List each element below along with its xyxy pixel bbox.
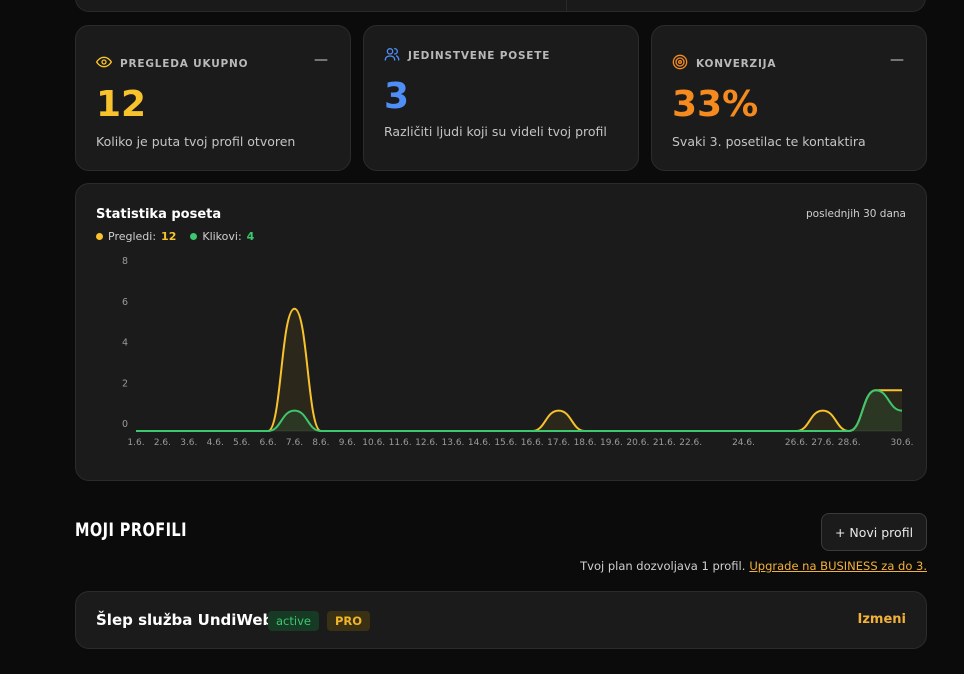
new-profile-button[interactable]: + Novi profil xyxy=(821,513,927,551)
x-tick-label: 1.6. xyxy=(127,438,144,448)
stat-description: Svaki 3. posetilac te kontaktira xyxy=(672,134,866,149)
edit-profile-link[interactable]: Izmeni xyxy=(858,612,906,627)
stat-value: 3 xyxy=(384,76,410,117)
y-tick-label: 6 xyxy=(122,297,128,308)
stat-description: Različiti ljudi koji su videli tvoj prof… xyxy=(384,124,607,139)
top-card-strip xyxy=(75,0,926,12)
series-area-pregledi xyxy=(136,308,902,431)
series-line-klikovi xyxy=(136,389,903,432)
x-tick-label: 22.6. xyxy=(679,438,702,448)
visits-line-chart: 0 2 4 6 8 1.6. 2.6. 3.6. 4.6. 5.6. 6.6. 7.6. 8.6. 9.6… xyxy=(122,256,914,448)
plan-badge: PRO xyxy=(327,611,371,631)
stat-value: 12 xyxy=(96,84,147,125)
target-icon xyxy=(672,54,688,74)
x-tick-label: 19.6. xyxy=(600,438,623,448)
x-tick-label: 20.6. xyxy=(626,438,649,448)
x-tick-label: 10.6. xyxy=(362,438,385,448)
x-tick-label: 15.6. xyxy=(494,438,517,448)
plan-note-text: Tvoj plan dozvoljava 1 profil. xyxy=(580,559,746,573)
x-tick-label: 18.6. xyxy=(574,438,597,448)
x-tick-label: 27.6. xyxy=(811,438,834,448)
x-tick-label: 9.6. xyxy=(339,438,356,448)
stat-label: JEDINSTVENE POSETE xyxy=(408,50,551,62)
x-tick-label: 3.6. xyxy=(180,438,197,448)
stat-card-unique-visits: JEDINSTVENE POSETE 3 Različiti ljudi koj… xyxy=(363,25,639,171)
profile-row: Šlep služba UndiWeb active PRO Izmeni xyxy=(75,591,927,649)
stat-label: PREGLEDA UKUPNO xyxy=(120,58,249,70)
stat-label: KONVERZIJA xyxy=(696,58,777,70)
y-tick-label: 4 xyxy=(122,338,128,349)
x-tick-label: 5.6. xyxy=(233,438,250,448)
stat-description: Koliko je puta tvoj profil otvoren xyxy=(96,134,296,149)
x-tick-label: 4.6. xyxy=(207,438,224,448)
x-tick-label: 26.6. xyxy=(785,438,808,448)
stat-card-conversion: KONVERZIJA — 33% Svaki 3. posetilac te k… xyxy=(651,25,927,171)
x-tick-label: 17.6. xyxy=(547,438,570,448)
users-icon xyxy=(384,46,400,66)
x-tick-label: 2.6. xyxy=(154,438,171,448)
eye-icon xyxy=(95,54,113,74)
x-tick-label: 28.6. xyxy=(838,438,861,448)
section-title: MOJI PROFILI xyxy=(75,519,187,541)
x-tick-label: 13.6. xyxy=(442,438,465,448)
visits-chart-card: Statistika poseta poslednjih 30 dana Pre… xyxy=(75,183,927,481)
upgrade-link[interactable]: Upgrade na BUSINESS za do 3. xyxy=(749,559,927,573)
collapse-button[interactable]: — xyxy=(314,52,328,68)
x-tick-label: 8.6. xyxy=(312,438,329,448)
x-tick-label: 24.6. xyxy=(732,438,755,448)
x-tick-label: 7.6. xyxy=(286,438,303,448)
x-tick-label: 12.6. xyxy=(415,438,438,448)
x-tick-label: 11.6. xyxy=(389,438,412,448)
y-tick-label: 8 xyxy=(122,256,128,267)
profile-name: Šlep služba UndiWeb xyxy=(96,611,274,629)
stat-value: 33% xyxy=(672,84,759,125)
x-tick-label: 30.6. xyxy=(891,438,914,448)
series-line-pregledi xyxy=(136,307,902,433)
series-area-klikovi xyxy=(136,390,902,431)
plan-note: Tvoj plan dozvoljava 1 profil. Upgrade na… xyxy=(580,559,927,573)
y-tick-label: 2 xyxy=(122,378,128,389)
x-tick-label: 6.6. xyxy=(259,438,276,448)
x-tick-label: 21.6. xyxy=(653,438,676,448)
collapse-button[interactable]: — xyxy=(890,52,904,68)
stat-card-views: PREGLEDA UKUPNO — 12 Koliko je puta tvoj… xyxy=(75,25,351,171)
x-tick-label: 14.6. xyxy=(468,438,491,448)
y-tick-label: 0 xyxy=(122,419,128,430)
status-badge: active xyxy=(268,611,319,631)
x-tick-label: 16.6. xyxy=(521,438,544,448)
